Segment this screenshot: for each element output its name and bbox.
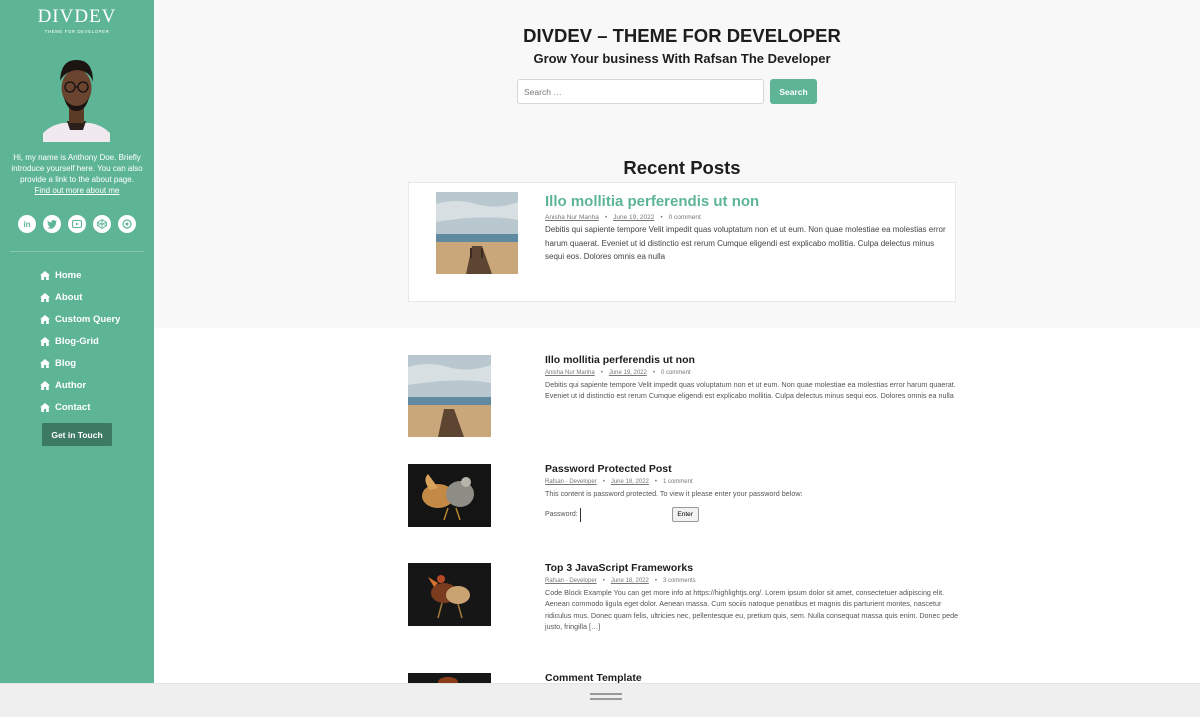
post-date-link[interactable]: June 18, 2022	[611, 578, 649, 584]
meta-separator: •	[654, 578, 657, 584]
post-date-link[interactable]: June 19, 2022	[609, 370, 647, 376]
featured-post-body: Illo mollitia perferendis ut non Anisha …	[545, 193, 949, 264]
post-excerpt: Debitis qui sapiente tempore Velit imped…	[545, 380, 956, 401]
nav-item-about[interactable]: About	[40, 286, 120, 308]
post-author-link[interactable]: Rafsan - Developer	[545, 578, 597, 584]
post-thumbnail[interactable]	[408, 355, 491, 437]
post-comments: 0 comment	[660, 370, 691, 376]
meta-separator: •	[660, 214, 663, 221]
stackoverflow-icon[interactable]	[118, 215, 136, 233]
sidebar: DIVDEV THEME FOR DEVELOPER Hi, my name i…	[0, 0, 154, 683]
site-tagline: Grow Your business With Rafsan The Devel…	[533, 51, 831, 66]
nav-item-contact[interactable]: Contact	[40, 396, 120, 418]
post-title[interactable]: Illo mollitia perferendis ut non	[545, 354, 959, 366]
meta-separator: •	[604, 214, 608, 221]
nav-label: Blog-Grid	[55, 335, 99, 347]
home-icon	[40, 358, 50, 368]
post-author-link[interactable]: Anisha Nur Manha	[545, 370, 595, 376]
nav-label: Custom Query	[55, 313, 121, 325]
post-body: Top 3 JavaScript Frameworks Rafsan - Dev…	[545, 562, 959, 632]
nav-item-author[interactable]: Author	[40, 374, 120, 396]
get-in-touch-button[interactable]: Get in Touch	[42, 423, 112, 446]
search-button[interactable]: Search	[770, 79, 817, 104]
nav-item-home[interactable]: Home	[40, 264, 120, 286]
featured-post-excerpt: Debitis qui sapiente tempore Velit imped…	[545, 225, 946, 261]
post-comments: 3 comments	[662, 578, 696, 584]
linkedin-icon[interactable]: in	[18, 215, 36, 233]
sidebar-divider	[10, 251, 144, 252]
hero-section: DIVDEV – THEME FOR DEVELOPER Grow Your b…	[154, 0, 1200, 328]
home-icon	[40, 336, 50, 346]
drag-handle-icon[interactable]	[590, 693, 622, 703]
nav-label: Author	[55, 379, 87, 391]
nav-label: Home	[55, 269, 82, 281]
nav-label: Blog	[55, 357, 77, 369]
featured-post-title[interactable]: Illo mollitia perferendis ut non	[545, 193, 949, 210]
password-label: Password:	[545, 511, 578, 519]
post-author-link[interactable]: Anisha Nur Manha	[545, 214, 599, 221]
home-icon	[40, 402, 50, 412]
avatar	[43, 55, 110, 142]
nav-item-custom-query[interactable]: Custom Query	[40, 308, 120, 330]
youtube-icon[interactable]	[68, 215, 86, 233]
home-icon	[40, 380, 50, 390]
post-title[interactable]: Top 3 JavaScript Frameworks	[545, 562, 959, 574]
post-meta: Rafsan - Developer • June 18, 2022 • 1 c…	[545, 479, 959, 485]
meta-separator: •	[654, 479, 657, 485]
meta-separator: •	[600, 370, 603, 376]
post-meta: Anisha Nur Manha • June 19, 2022 • 0 com…	[545, 214, 949, 221]
about-link[interactable]: Find out more about me	[10, 185, 144, 196]
post-meta: Anisha Nur Manha • June 19, 2022 • 0 com…	[545, 370, 959, 376]
home-icon	[40, 292, 50, 302]
meta-separator: •	[652, 370, 655, 376]
post-comments: 0 comment	[668, 214, 701, 221]
site-title: DIVDEV – THEME FOR DEVELOPER	[523, 25, 841, 46]
bio-text: Hi, my name is Anthony Doe. Briefly intr…	[11, 153, 143, 184]
post-thumbnail[interactable]	[408, 673, 491, 683]
post-excerpt: Code Block Example You can get more info…	[545, 588, 959, 631]
post-date-link[interactable]: June 19, 2022	[613, 214, 654, 221]
home-icon	[40, 270, 50, 280]
post-thumbnail[interactable]	[408, 563, 491, 626]
enter-button[interactable]: Enter	[671, 507, 699, 523]
search-input[interactable]	[517, 79, 764, 104]
post-body: Illo mollitia perferendis ut non Anisha …	[545, 354, 959, 402]
post-comments: 1 comment	[662, 479, 693, 485]
post-body: Password Protected Post Rafsan - Develop…	[545, 463, 959, 523]
social-links: in	[18, 215, 136, 233]
twitter-icon[interactable]	[43, 215, 61, 233]
nav-label: About	[55, 291, 83, 303]
post-author-link[interactable]: Rafsan - Developer	[545, 479, 597, 485]
post-meta: Rafsan - Developer • June 18, 2022 • 3 c…	[545, 578, 959, 584]
post-thumbnail[interactable]	[408, 464, 491, 527]
nav-item-blog-grid[interactable]: Blog-Grid	[40, 330, 120, 352]
featured-post: Illo mollitia perferendis ut non Anisha …	[408, 182, 956, 302]
search-form: Search	[517, 79, 817, 104]
author-bio: Hi, my name is Anthony Doe. Briefly intr…	[10, 152, 144, 196]
recent-posts-heading: Recent Posts	[623, 157, 741, 178]
codepen-icon[interactable]	[93, 215, 111, 233]
logo-title: DIVDEV	[37, 6, 117, 27]
site-logo[interactable]: DIVDEV THEME FOR DEVELOPER	[0, 0, 154, 34]
main-nav: Home About Custom Query Blog-Grid Blog A…	[40, 264, 120, 418]
password-input[interactable]	[579, 507, 672, 522]
bottom-panel-bar	[0, 683, 1200, 717]
nav-item-blog[interactable]: Blog	[40, 352, 120, 374]
meta-separator: •	[602, 479, 605, 485]
post-date-link[interactable]: June 18, 2022	[611, 479, 649, 485]
password-form: Password: Enter	[545, 507, 959, 523]
home-icon	[40, 314, 50, 324]
post-excerpt: This content is password protected. To v…	[545, 489, 803, 498]
logo-subtitle: THEME FOR DEVELOPER	[44, 29, 110, 34]
featured-post-image[interactable]	[436, 192, 518, 274]
meta-separator: •	[602, 578, 605, 584]
post-title[interactable]: Password Protected Post	[545, 463, 959, 475]
nav-label: Contact	[55, 401, 91, 413]
